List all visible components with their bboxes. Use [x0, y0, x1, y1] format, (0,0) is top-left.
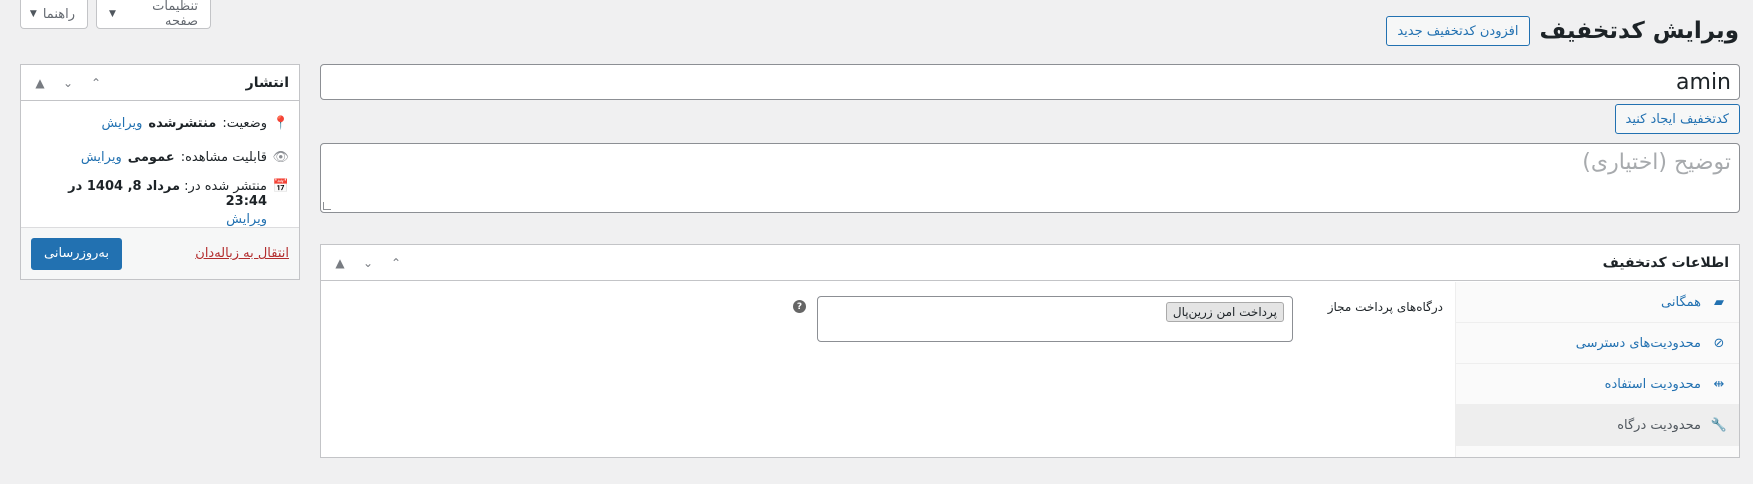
- page-header: ویرایش کدتخفیف افزودن کدتخفیف جدید: [1386, 16, 1739, 46]
- generate-coupon-button[interactable]: کدتخفیف ایجاد کنید: [1614, 104, 1740, 134]
- publish-box: انتشار ▲ ⌄ ⌃ 📍 وضعیت: منتشرشده ویرایش 👁 …: [20, 64, 300, 280]
- coupon-code-input[interactable]: amin: [320, 64, 1740, 100]
- tab-label: محدودیت درگاه: [1617, 417, 1701, 433]
- move-up-icon[interactable]: ⌃: [87, 76, 105, 90]
- sort-up-icon[interactable]: ▲: [331, 256, 349, 270]
- sort-up-icon[interactable]: ▲: [31, 76, 49, 90]
- visibility-edit-link[interactable]: ویرایش: [81, 150, 122, 165]
- update-button[interactable]: به‌روزرسانی: [31, 237, 123, 270]
- caret-down-icon: ▼: [109, 9, 116, 19]
- allowed-gateways-select[interactable]: پرداخت امن زرین‌پال: [817, 296, 1293, 342]
- box-controls: ▲ ⌄ ⌃: [331, 256, 405, 270]
- tab-gateway-restriction[interactable]: 🔧 محدودیت درگاه: [1456, 405, 1739, 446]
- published-edit-link[interactable]: ویرایش: [226, 212, 267, 227]
- tab-label: همگانی: [1661, 294, 1701, 310]
- caret-down-icon: ▼: [29, 9, 37, 19]
- page-title: ویرایش کدتخفیف: [1539, 18, 1740, 44]
- description-textarea[interactable]: توضیح (اختیاری): [320, 143, 1740, 213]
- move-down-icon[interactable]: ⌄: [359, 256, 377, 270]
- tab-usage-restriction[interactable]: ⊘ محدودیت‌های دسترسی: [1456, 323, 1739, 364]
- visibility-label: قابلیت مشاهده:: [180, 149, 267, 165]
- eye-icon: 👁: [272, 149, 289, 165]
- description-placeholder: توضیح (اختیاری): [1582, 150, 1731, 175]
- coupon-data-title: اطلاعات کدتخفیف: [1602, 254, 1729, 271]
- coupon-data-header: اطلاعات کدتخفیف ▲ ⌄ ⌃: [321, 245, 1739, 281]
- status-label: وضعیت:: [222, 115, 267, 131]
- screen-options-tab[interactable]: تنظیمات صفحه ▼: [96, 0, 211, 29]
- tab-label: محدودیت‌های دسترسی: [1575, 335, 1701, 351]
- status-row: 📍 وضعیت: منتشرشده ویرایش: [21, 113, 299, 133]
- published-label: منتشر شده در:: [184, 179, 267, 194]
- ban-icon: ⊘: [1713, 335, 1725, 351]
- gateway-chip[interactable]: پرداخت امن زرین‌پال: [1165, 302, 1284, 322]
- pin-icon: 📍: [272, 115, 289, 131]
- wrench-icon: 🔧: [1710, 417, 1727, 433]
- resize-handle[interactable]: [323, 202, 331, 210]
- allowed-gateways-label: درگاه‌های پرداخت مجاز: [1327, 300, 1443, 314]
- help-tip-icon[interactable]: ?: [793, 300, 806, 313]
- calendar-icon: 📅: [272, 179, 289, 194]
- help-tab[interactable]: راهنما ▼: [20, 0, 88, 29]
- status-value: منتشرشده: [148, 115, 217, 131]
- publish-box-title: انتشار: [245, 74, 289, 91]
- limits-icon: ⇹: [1713, 376, 1725, 392]
- box-controls: ▲ ⌄ ⌃: [31, 76, 105, 90]
- tab-general[interactable]: ▰ همگانی: [1456, 282, 1739, 323]
- coupon-data-box: اطلاعات کدتخفیف ▲ ⌄ ⌃ ▰ همگانی ⊘ محدودیت…: [320, 244, 1740, 458]
- move-down-icon[interactable]: ⌄: [59, 76, 77, 90]
- publish-box-header: انتشار ▲ ⌄ ⌃: [21, 65, 299, 101]
- tab-label: محدودیت استفاده: [1604, 376, 1701, 392]
- status-edit-link[interactable]: ویرایش: [102, 116, 143, 131]
- move-up-icon[interactable]: ⌃: [387, 256, 405, 270]
- add-new-coupon-button[interactable]: افزودن کدتخفیف جدید: [1386, 16, 1530, 46]
- ticket-icon: ▰: [1714, 294, 1724, 310]
- visibility-value: عمومی: [127, 149, 175, 165]
- tab-usage-limits[interactable]: ⇹ محدودیت استفاده: [1456, 364, 1739, 405]
- coupon-tabs: ▰ همگانی ⊘ محدودیت‌های دسترسی ⇹ محدودیت …: [1455, 282, 1739, 457]
- visibility-row: 👁 قابلیت مشاهده: عمومی ویرایش: [21, 147, 299, 167]
- publish-actions: انتقال به زباله‌دان به‌روزرسانی: [21, 227, 299, 279]
- published-date-row: 📅 منتشر شده در: مرداد 8, 1404 در 23:44 و…: [21, 179, 299, 231]
- screen-options-label: تنظیمات صفحه: [152, 0, 198, 29]
- help-tab-label: راهنما: [42, 6, 75, 22]
- move-to-trash-link[interactable]: انتقال به زباله‌دان: [195, 246, 289, 261]
